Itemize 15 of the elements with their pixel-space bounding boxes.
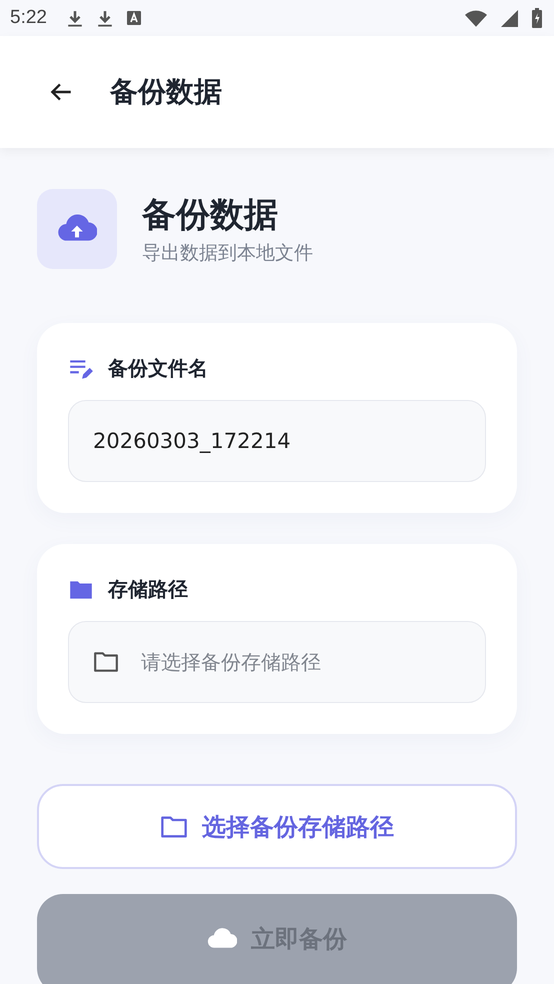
field-label: 存储路径 xyxy=(108,576,188,603)
keyboard-icon xyxy=(126,11,141,25)
section-subtitle: 导出数据到本地文件 xyxy=(142,241,313,266)
signal-icon xyxy=(501,10,518,26)
section-title: 备份数据 xyxy=(142,194,279,237)
battery-icon xyxy=(532,8,542,28)
input-field[interactable]: 请选择备份存储路径 xyxy=(68,621,486,703)
input-field[interactable]: 20260303_172214 xyxy=(68,400,486,482)
download-icon xyxy=(66,10,83,26)
page-title: 备份数据 xyxy=(110,74,222,110)
wifi-icon xyxy=(465,10,487,26)
choose-path-button[interactable]: 选择备份存储路径 xyxy=(37,784,517,869)
field-label: 备份文件名 xyxy=(108,355,208,382)
status-time: 5:22 xyxy=(10,7,47,29)
download-icon xyxy=(96,10,113,26)
